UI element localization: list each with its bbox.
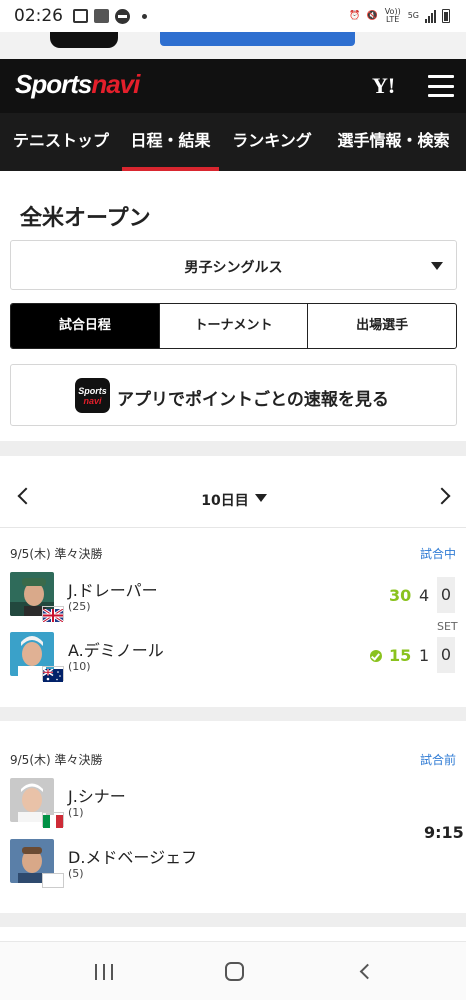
page-title: 全米オープン <box>20 206 151 231</box>
sportsnavi-logo[interactable]: Sportsnavi <box>15 69 140 100</box>
player-name: J.ドレーパー <box>68 581 158 600</box>
segment-players[interactable]: 出場選手 <box>307 304 456 348</box>
app-icon-text-navi: navi <box>83 396 102 406</box>
games-won: 4 <box>419 586 430 605</box>
event-select[interactable]: 男子シングルス <box>10 240 457 290</box>
match-round: 9/5(木) 準々決勝 <box>10 547 103 561</box>
day-label[interactable]: 10日目 <box>0 490 466 510</box>
sportsnavi-app-icon: Sports navi <box>75 378 110 413</box>
player-row: J.シナー (1) <box>10 778 456 828</box>
games-won: 1 <box>419 646 430 665</box>
back-icon[interactable] <box>359 963 376 980</box>
logo-text-navi: navi <box>91 69 140 99</box>
flag-it-icon <box>42 812 64 828</box>
caret-down-icon <box>431 262 443 270</box>
segment-schedule[interactable]: 試合日程 <box>11 304 159 348</box>
match-card[interactable]: 9/5(木) 準々決勝 試合中 J.ドレーパー (25) 30 4 0 SET … <box>0 545 466 705</box>
system-navigation-bar <box>0 941 466 1000</box>
yahoo-logo[interactable]: Y! <box>372 73 395 99</box>
tab-rankings[interactable]: ランキング <box>232 113 312 171</box>
alarm-icon: ⏰ <box>349 11 361 21</box>
flag-gb-icon <box>42 606 64 624</box>
match-status: 試合前 <box>419 753 456 767</box>
network-type-icon: 5G <box>407 11 419 20</box>
tab-schedule-results[interactable]: 日程・結果 <box>122 113 219 171</box>
notification-icons <box>73 8 147 24</box>
section-divider <box>0 441 466 456</box>
player-seed: (5) <box>68 867 84 880</box>
flag-neutral-icon <box>42 873 64 888</box>
system-icons: ⏰ 🔇 Vo)) LTE 5G <box>349 8 450 24</box>
match-card[interactable]: 9/5(木) 準々決勝 試合前 J.シナー (1) 9:15 D.メドベージェフ… <box>0 751 466 911</box>
app-promo-banner[interactable]: Sports navi アプリでポイントごとの速報を見る <box>10 364 457 426</box>
player-name: J.シナー <box>68 787 126 806</box>
flag-au-icon <box>42 666 64 682</box>
player-seed: (1) <box>68 806 84 819</box>
day-dropdown-caret-icon[interactable] <box>255 494 267 502</box>
home-icon[interactable] <box>225 962 244 981</box>
tennis-nav-tabs: テニストップ 日程・結果 ランキング 選手情報・検索 <box>0 113 466 171</box>
more-notifications-icon <box>142 13 147 19</box>
player-name: D.メドベージェフ <box>68 848 198 867</box>
ad-download-button[interactable] <box>160 32 355 46</box>
game-score: 30 <box>389 586 412 605</box>
player-row: D.メドベージェフ (5) <box>10 839 456 889</box>
day-navigator: 10日目 <box>0 470 466 528</box>
recent-apps-icon[interactable] <box>95 964 113 980</box>
battery-icon <box>442 9 450 23</box>
ad-banner[interactable] <box>0 32 466 59</box>
current-set-score: 0 <box>437 637 455 673</box>
serving-indicator-icon <box>370 650 382 662</box>
view-segment-control: 試合日程 トーナメント 出場選手 <box>10 303 457 349</box>
site-header: Sportsnavi Y! <box>0 59 466 113</box>
player-seed: (10) <box>68 660 91 673</box>
app-notification-icon <box>94 9 109 23</box>
signal-icon <box>425 9 436 23</box>
current-set-score: 0 <box>437 577 455 613</box>
app-icon-text-sports: Sports <box>78 386 107 396</box>
ad-image <box>50 32 118 48</box>
game-score: 15 <box>389 646 412 665</box>
tab-player-search[interactable]: 選手情報・検索 <box>336 113 451 171</box>
gallery-icon <box>73 9 88 23</box>
player-name: A.デミノール <box>68 641 164 660</box>
status-bar: 02:26 ⏰ 🔇 Vo)) LTE 5G <box>0 0 466 32</box>
do-not-disturb-icon <box>115 8 130 24</box>
player-row: J.ドレーパー (25) 30 4 0 <box>10 572 456 624</box>
app-promo-text: アプリでポイントごとの速報を見る <box>117 390 389 410</box>
hamburger-menu-icon[interactable] <box>428 75 454 97</box>
tab-tennis-top[interactable]: テニストップ <box>12 113 110 171</box>
event-select-value: 男子シングルス <box>184 260 283 276</box>
logo-text-sports: Sports <box>15 69 92 99</box>
section-divider <box>0 707 466 721</box>
player-row: A.デミノール (10) 15 1 0 <box>10 632 456 682</box>
player-seed: (25) <box>68 600 91 613</box>
mute-icon: 🔇 <box>366 11 378 21</box>
volte-icon: Vo)) LTE <box>384 7 401 24</box>
section-divider <box>0 913 466 927</box>
match-round: 9/5(木) 準々決勝 <box>10 753 103 767</box>
segment-tournament[interactable]: トーナメント <box>158 304 308 348</box>
status-time: 02:26 <box>14 6 63 26</box>
match-status: 試合中 <box>419 547 456 561</box>
